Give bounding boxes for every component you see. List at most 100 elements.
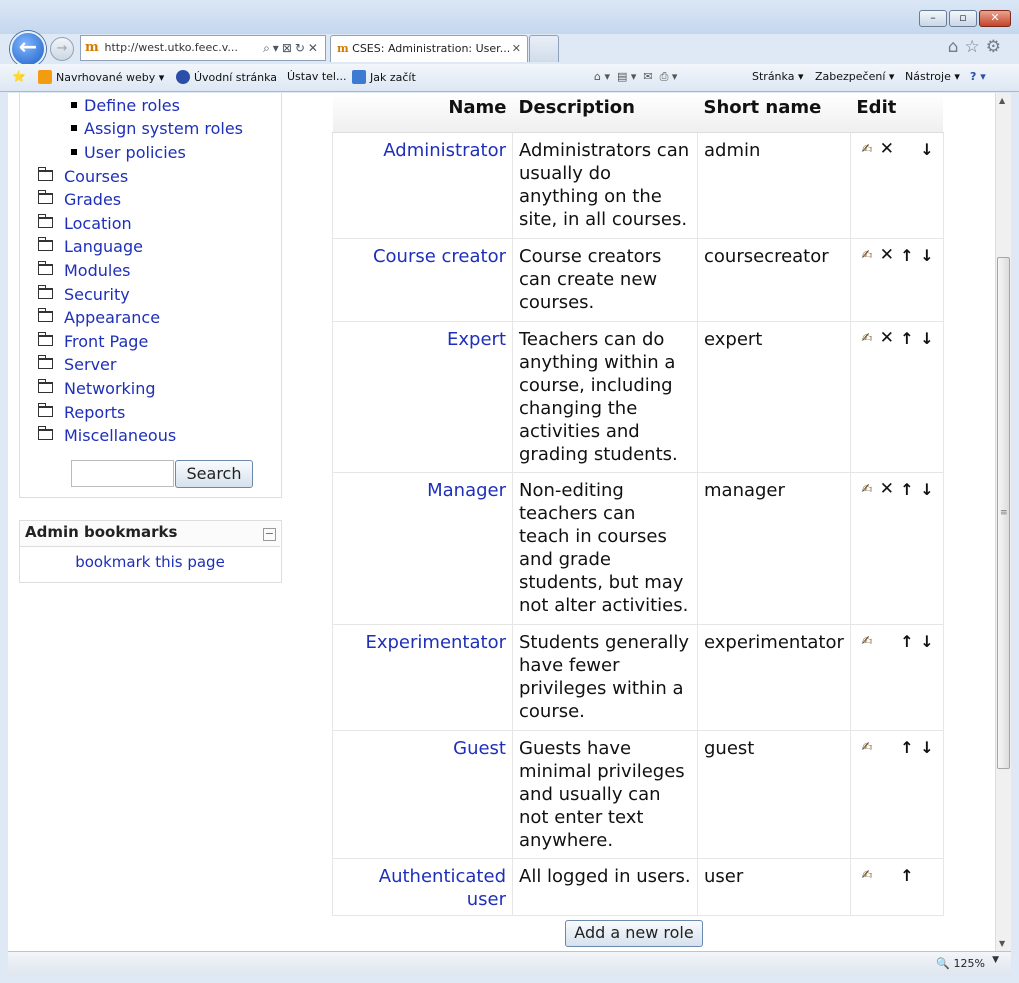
scroll-up-icon[interactable]: ▲ [999,96,1005,105]
move-up-icon[interactable]: ↑ [897,327,917,350]
back-button[interactable]: ← [10,31,46,67]
column-header-description: Description [512,93,698,133]
delete-icon[interactable]: ✕ [877,478,897,501]
admin-search-input[interactable] [71,460,174,487]
move-down-icon[interactable]: ↓ [917,138,937,161]
role-name-link[interactable]: Expert [332,320,513,473]
address-bar[interactable]: m http://west.utko.feec.v... ⌕▾⊠↻✕ [80,35,326,61]
gear-icon[interactable]: ⚙ [986,37,1007,57]
folder-label: Miscellaneous [64,426,177,445]
favorite-suggested-sites[interactable]: Navrhované weby ▾ [38,70,164,84]
tree-folder-front-page[interactable]: Front Page [38,332,148,351]
role-name-link[interactable]: Manager [332,471,513,625]
tree-folder-appearance[interactable]: Appearance [38,308,160,327]
role-edit-cell: ✍✕↑↓ [849,237,944,322]
tree-folder-grades[interactable]: Grades [38,190,121,209]
folder-label: Front Page [64,332,149,351]
tree-folder-location[interactable]: Location [38,214,132,233]
bookmark-this-page-link[interactable]: bookmark this page [20,553,280,571]
edit-icon[interactable]: ✍ [857,138,877,161]
table-row: Experimentator Students generally have f… [332,623,944,731]
tree-folder-reports[interactable]: Reports [38,403,125,422]
move-down-icon[interactable]: ↓ [917,478,937,501]
scroll-down-icon[interactable]: ▼ [999,939,1005,948]
role-description: Course creators can create new courses. [512,237,698,322]
vertical-scrollbar[interactable]: ▲ ≡ ▼ [995,93,1011,951]
tree-folder-courses[interactable]: Courses [38,167,128,186]
tools-menu[interactable]: Nástroje ▾ [905,70,960,83]
tree-folder-server[interactable]: Server [38,355,116,374]
edit-icon[interactable]: ✍ [857,630,877,653]
close-window-button[interactable]: ✕ [979,10,1011,27]
table-row: Course creator Course creators can creat… [332,237,944,322]
role-description: Students generally have fewer privileges… [512,623,698,731]
table-header-row: Name Description Short name Edit [332,93,944,133]
move-down-icon[interactable]: ↓ [917,630,937,653]
zoom-dropdown-icon[interactable]: ▼ [992,955,999,965]
home-icon[interactable]: ⌂ [948,37,965,57]
delete-icon[interactable]: ✕ [877,138,897,161]
role-name-link[interactable]: Guest [332,729,513,859]
tree-folder-miscellaneous[interactable]: Miscellaneous [38,426,176,445]
edit-icon[interactable]: ✍ [857,736,877,759]
close-tab-icon[interactable]: ✕ [512,36,521,62]
move-up-icon[interactable]: ↑ [897,630,917,653]
move-up-icon[interactable]: ↑ [897,864,917,887]
tab-active[interactable]: m CSES: Administration: User... ✕ [330,35,528,62]
tree-item-assign-system-roles[interactable]: Assign system roles [70,119,243,138]
role-short-name: guest [697,729,851,859]
status-bar: 🔍 125% ▼ [8,951,1011,975]
help-icon[interactable]: ? ▾ [970,70,986,83]
add-new-role-button[interactable]: Add a new role [565,920,703,947]
tree-item-user-policies[interactable]: User policies [71,143,186,162]
forward-button[interactable]: → [50,37,74,61]
favorite-home-page[interactable]: Úvodní stránka [176,70,277,84]
move-down-icon[interactable]: ↓ [917,327,937,350]
tree-folder-networking[interactable]: Networking [38,379,156,398]
tree-item-define-roles[interactable]: Define roles [71,96,180,115]
admin-search-button[interactable]: Search [175,460,253,488]
minimize-button[interactable]: – [919,10,947,27]
edit-icon[interactable]: ✍ [857,327,877,350]
zoom-value: 125% [953,957,985,970]
move-down-icon[interactable]: ↓ [917,244,937,267]
tree-folder-modules[interactable]: Modules [38,261,131,280]
edit-icon[interactable]: ✍ [857,864,877,887]
edit-icon[interactable]: ✍ [857,244,877,267]
tree-folder-language[interactable]: Language [38,237,143,256]
window-controls: – ▫ ✕ [917,10,1011,27]
tree-folder-security[interactable]: Security [38,285,130,304]
role-name-link[interactable]: Course creator [332,237,513,322]
address-tools-icon[interactable]: ⌕▾⊠↻✕ [263,36,321,60]
folder-icon [38,261,53,275]
move-up-icon[interactable]: ↑ [897,244,917,267]
edit-icon[interactable]: ✍ [857,478,877,501]
move-down-icon[interactable]: ↓ [917,736,937,759]
scrollbar-thumb[interactable]: ≡ [997,257,1010,769]
delete-icon[interactable]: ✕ [877,327,897,350]
role-name-link[interactable]: Administrator [332,131,513,239]
command-icons[interactable]: ⌂ ▾ ▤ ▾ ✉ ⎙ ▾ [594,70,677,84]
role-name-link[interactable]: Authenticated user [332,857,513,916]
collapse-icon[interactable]: − [263,528,276,541]
table-row: Manager Non-editing teachers can teach i… [332,471,944,625]
admin-bookmarks-title: Admin bookmarks [20,521,280,547]
favorite-institute[interactable]: Ústav tel... [287,70,346,83]
folder-label: Appearance [64,308,161,327]
security-menu[interactable]: Zabezpečení ▾ [815,70,894,83]
zoom-level[interactable]: 🔍 125% [936,957,985,970]
folder-label: Grades [64,190,122,209]
admin-bookmarks-block: Admin bookmarks − bookmark this page [19,520,282,583]
new-tab-button[interactable] [529,35,559,62]
move-up-icon[interactable]: ↑ [897,736,917,759]
favorite-getting-started[interactable]: Jak začít [352,70,416,84]
maximize-button[interactable]: ▫ [949,10,977,27]
favorites-star-icon[interactable]: ⭐ [12,70,26,83]
role-name-link[interactable]: Experimentator [332,623,513,731]
tab-favicon-icon: m [337,42,349,55]
page-menu[interactable]: Stránka ▾ [752,70,803,83]
favorites-star-icon[interactable]: ☆ [965,37,986,57]
move-up-icon[interactable]: ↑ [897,478,917,501]
folder-icon [38,190,53,204]
delete-icon[interactable]: ✕ [877,244,897,267]
